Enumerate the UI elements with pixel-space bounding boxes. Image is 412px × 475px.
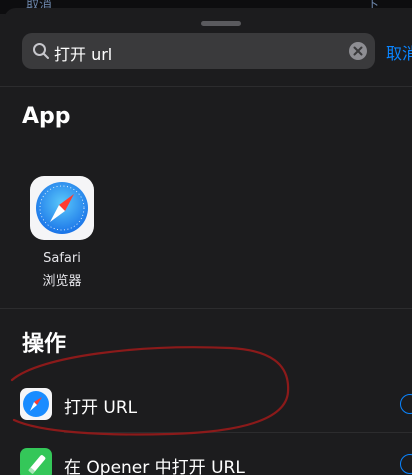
action-label: 打开 URL <box>64 398 138 418</box>
search-field[interactable]: 打开 url <box>22 33 375 69</box>
magnifier-icon <box>33 43 49 59</box>
app-subtitle-safari: 浏览器 <box>42 274 82 289</box>
action-row-open-url[interactable]: 打开 URL <box>0 378 412 430</box>
info-icon[interactable] <box>400 394 412 414</box>
apps-section-title: App <box>22 104 71 129</box>
clear-x-icon[interactable] <box>349 42 367 60</box>
action-label: 在 Opener 中打开 URL <box>64 458 245 475</box>
app-tile-safari[interactable] <box>30 176 94 240</box>
row-divider <box>64 432 412 433</box>
cancel-button[interactable]: 取消 <box>386 40 412 64</box>
safari-compass-icon <box>36 182 88 234</box>
action-row-open-in-opener[interactable]: 在 Opener 中打开 URL <box>0 438 412 475</box>
info-icon[interactable] <box>400 454 412 474</box>
actions-section-title: 操作 <box>22 332 67 357</box>
search-query-text[interactable]: 打开 url <box>54 41 112 65</box>
section-divider <box>0 308 412 309</box>
search-divider <box>0 86 412 87</box>
opener-icon <box>20 448 52 475</box>
shortcuts-search-sheet: 取消 下 打开 url 取消 App Safari 浏览器 操作 打开 URL … <box>0 0 412 475</box>
app-name-safari: Safari <box>43 251 81 266</box>
safari-compass-icon <box>20 388 52 420</box>
sheet-grabber-handle[interactable] <box>201 21 241 26</box>
